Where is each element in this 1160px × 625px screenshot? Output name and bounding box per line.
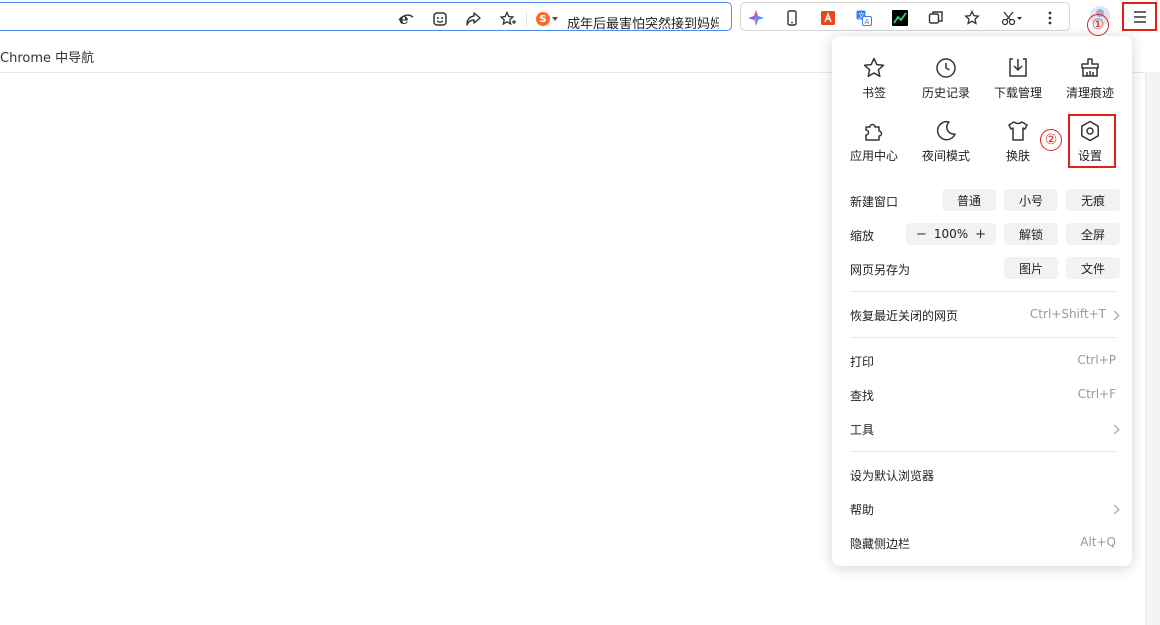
save-as-file-button[interactable]: 文件 bbox=[1066, 257, 1120, 279]
puzzle-icon bbox=[862, 119, 886, 143]
tile-label: 历史记录 bbox=[921, 86, 970, 100]
caret-down-icon[interactable] bbox=[552, 17, 558, 21]
chevron-right-icon bbox=[1109, 504, 1120, 515]
phone-icon[interactable] bbox=[783, 9, 801, 27]
tile-skin[interactable]: 换肤 bbox=[987, 119, 1049, 175]
menu-item-shortcut: Ctrl+Shift+T bbox=[1029, 307, 1106, 321]
tile-clear-traces[interactable]: 清理痕迹 bbox=[1059, 56, 1121, 112]
new-incognito-window-button[interactable]: 无痕 bbox=[1066, 189, 1120, 211]
step-1-marker: ① bbox=[1087, 14, 1109, 36]
address-bar[interactable]: e S 成年后最害怕突然接到妈妈 bbox=[0, 2, 732, 32]
zoom-control: − 100% + bbox=[906, 223, 996, 245]
tile-downloads[interactable]: 下载管理 bbox=[987, 56, 1049, 112]
zoom-unlock-button[interactable]: 解锁 bbox=[1004, 223, 1058, 245]
hot-search-text[interactable]: 成年后最害怕突然接到妈妈 bbox=[567, 13, 719, 32]
tile-label: 换肤 bbox=[1005, 149, 1030, 163]
tile-label: 下载管理 bbox=[993, 86, 1042, 100]
shirt-icon bbox=[1006, 119, 1030, 143]
omnibox-separator bbox=[526, 11, 527, 27]
tile-label: 夜间模式 bbox=[921, 149, 970, 163]
zoom-in-button[interactable]: + bbox=[975, 227, 986, 242]
copy-icon[interactable] bbox=[927, 9, 945, 27]
download-icon bbox=[1006, 56, 1030, 80]
scissors-icon[interactable] bbox=[999, 9, 1025, 27]
menu-item-shortcut: Ctrl+P bbox=[1077, 353, 1116, 367]
reader-icon[interactable] bbox=[431, 10, 449, 28]
svg-text:A: A bbox=[865, 18, 870, 26]
pdf-icon[interactable] bbox=[819, 9, 837, 27]
restore-closed-pages-item[interactable]: 恢复最近关闭的网页 Ctrl+Shift+T bbox=[832, 298, 1132, 330]
new-window-label: 新建窗口 bbox=[850, 195, 899, 209]
chevron-right-icon bbox=[1109, 424, 1120, 435]
tile-label: 书签 bbox=[861, 86, 886, 100]
save-as-label: 网页另存为 bbox=[850, 263, 911, 277]
chevron-right-icon bbox=[1109, 310, 1120, 321]
chart-icon[interactable] bbox=[891, 9, 909, 27]
zoom-level: 100% bbox=[933, 227, 969, 241]
clock-icon bbox=[934, 56, 958, 80]
tile-label: 应用中心 bbox=[849, 149, 898, 163]
print-item[interactable]: 打印 Ctrl+P bbox=[832, 344, 1132, 376]
step-2-marker: ② bbox=[1040, 129, 1062, 151]
browser-toolbar: e S 成年后最害怕突然接到妈妈 文A ① bbox=[0, 0, 1160, 36]
set-default-browser-item[interactable]: 设为默认浏览器 bbox=[832, 458, 1132, 490]
bookmark-star-icon[interactable] bbox=[499, 10, 517, 28]
menu-item-label: 帮助 bbox=[850, 503, 875, 517]
tools-item[interactable]: 工具 bbox=[832, 412, 1132, 444]
star-icon[interactable] bbox=[963, 9, 981, 27]
help-item[interactable]: 帮助 bbox=[832, 492, 1132, 524]
divider bbox=[850, 337, 1116, 338]
menu-item-label: 查找 bbox=[850, 389, 875, 403]
tile-app-center[interactable]: 应用中心 bbox=[843, 119, 905, 175]
menu-item-label: 隐藏侧边栏 bbox=[850, 537, 911, 551]
broom-icon bbox=[1078, 56, 1102, 80]
divider bbox=[850, 451, 1116, 452]
star-icon bbox=[862, 56, 886, 80]
menu-item-label: 工具 bbox=[850, 423, 875, 437]
more-icon[interactable] bbox=[1041, 9, 1059, 27]
hide-sidebar-item[interactable]: 隐藏侧边栏 Alt+Q bbox=[832, 526, 1132, 558]
zoom-out-button[interactable]: − bbox=[916, 227, 927, 242]
moon-icon bbox=[934, 119, 958, 143]
extensions-bar: 文A bbox=[740, 2, 1070, 31]
translate-icon[interactable]: 文A bbox=[855, 9, 873, 27]
menu-item-shortcut: Alt+Q bbox=[1080, 535, 1116, 549]
main-menu-panel: 书签 历史记录 下载管理 清理痕迹 应用中心 夜间模式 换肤 设置 ② 新建窗口… bbox=[832, 36, 1132, 566]
menu-item-label: 打印 bbox=[850, 355, 875, 369]
scrollbar[interactable] bbox=[1145, 72, 1160, 625]
tile-history[interactable]: 历史记录 bbox=[915, 56, 977, 112]
new-small-window-button[interactable]: 小号 bbox=[1004, 189, 1058, 211]
tile-label: 清理痕迹 bbox=[1065, 86, 1114, 100]
tile-bookmarks[interactable]: 书签 bbox=[843, 56, 905, 112]
share-icon[interactable] bbox=[464, 10, 482, 28]
find-item[interactable]: 查找 Ctrl+F bbox=[832, 378, 1132, 410]
tile-night-mode[interactable]: 夜间模式 bbox=[915, 119, 977, 175]
fullscreen-button[interactable]: 全屏 bbox=[1066, 223, 1120, 245]
bookmark-item[interactable]: Chrome 中导航 bbox=[0, 47, 94, 66]
settings-highlight-box bbox=[1068, 114, 1116, 168]
ie-compat-icon[interactable]: e bbox=[397, 10, 415, 28]
menu-item-label: 恢复最近关闭的网页 bbox=[850, 309, 959, 323]
menu-item-shortcut: Ctrl+F bbox=[1077, 387, 1116, 401]
menu-item-label: 设为默认浏览器 bbox=[850, 469, 935, 483]
new-normal-window-button[interactable]: 普通 bbox=[942, 189, 996, 211]
zoom-label: 缩放 bbox=[850, 229, 875, 243]
sogou-icon[interactable]: S bbox=[536, 12, 550, 26]
divider bbox=[850, 291, 1116, 292]
hamburger-icon bbox=[1133, 10, 1146, 23]
save-as-image-button[interactable]: 图片 bbox=[1004, 257, 1058, 279]
colorful-star-icon[interactable] bbox=[747, 9, 765, 27]
main-menu-button[interactable] bbox=[1122, 2, 1157, 31]
